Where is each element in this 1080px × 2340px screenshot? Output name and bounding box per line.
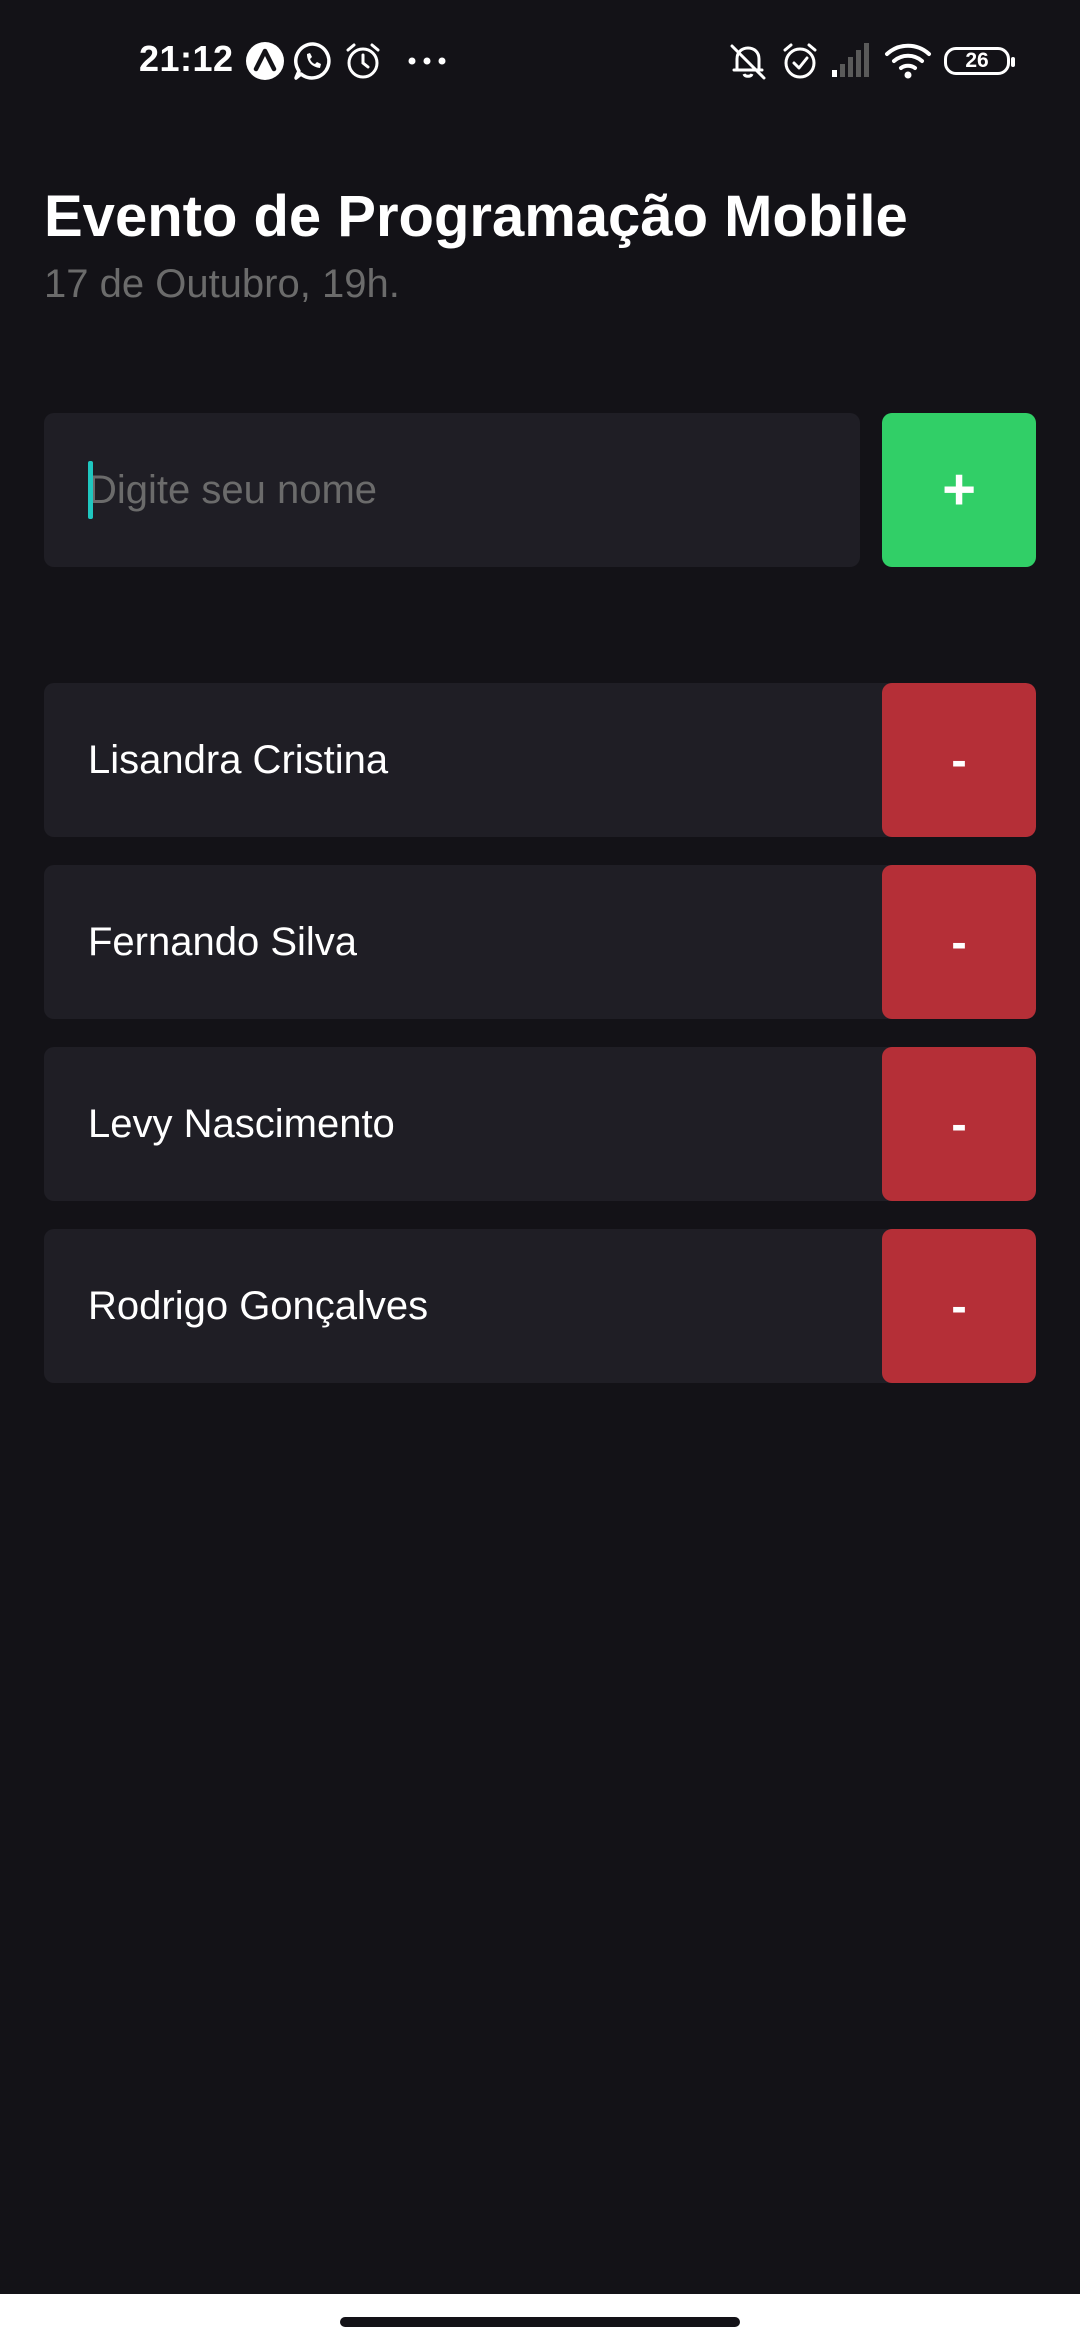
remove-participant-button[interactable]: - [882, 1047, 1036, 1201]
text-cursor [88, 461, 93, 519]
page-title: Evento de Programação Mobile [44, 184, 908, 249]
more-dots-icon [406, 40, 448, 82]
status-bar: 21:12 26 [0, 0, 1080, 120]
wifi-icon [884, 40, 931, 82]
participant-card: Rodrigo Gonçalves - [44, 1229, 1036, 1383]
signal-icon [829, 40, 871, 82]
remove-participant-button[interactable]: - [882, 865, 1036, 1019]
whatsapp-icon [292, 40, 334, 82]
silent-bell-icon [727, 40, 769, 82]
remove-participant-button[interactable]: - [882, 683, 1036, 837]
home-indicator[interactable] [340, 2317, 740, 2327]
event-date: 17 de Outubro, 19h. [44, 262, 400, 306]
app-a-icon [244, 40, 286, 82]
alarm-icon [779, 40, 821, 82]
battery-icon: 26 [944, 47, 1015, 75]
participant-card: Lisandra Cristina - [44, 683, 1036, 837]
participant-name: Lisandra Cristina [88, 738, 389, 782]
add-participant-button[interactable]: + [882, 413, 1036, 567]
participant-list: Lisandra Cristina - Fernando Silva - Lev… [44, 683, 1036, 1411]
participant-card: Fernando Silva - [44, 865, 1036, 1019]
alarm-icon [342, 40, 384, 82]
participant-name: Levy Nascimento [88, 1102, 395, 1146]
name-input[interactable] [44, 413, 860, 567]
participant-card: Levy Nascimento - [44, 1047, 1036, 1201]
remove-participant-button[interactable]: - [882, 1229, 1036, 1383]
participant-name: Fernando Silva [88, 920, 358, 964]
status-time: 21:12 [139, 38, 234, 79]
participant-name: Rodrigo Gonçalves [88, 1284, 429, 1328]
